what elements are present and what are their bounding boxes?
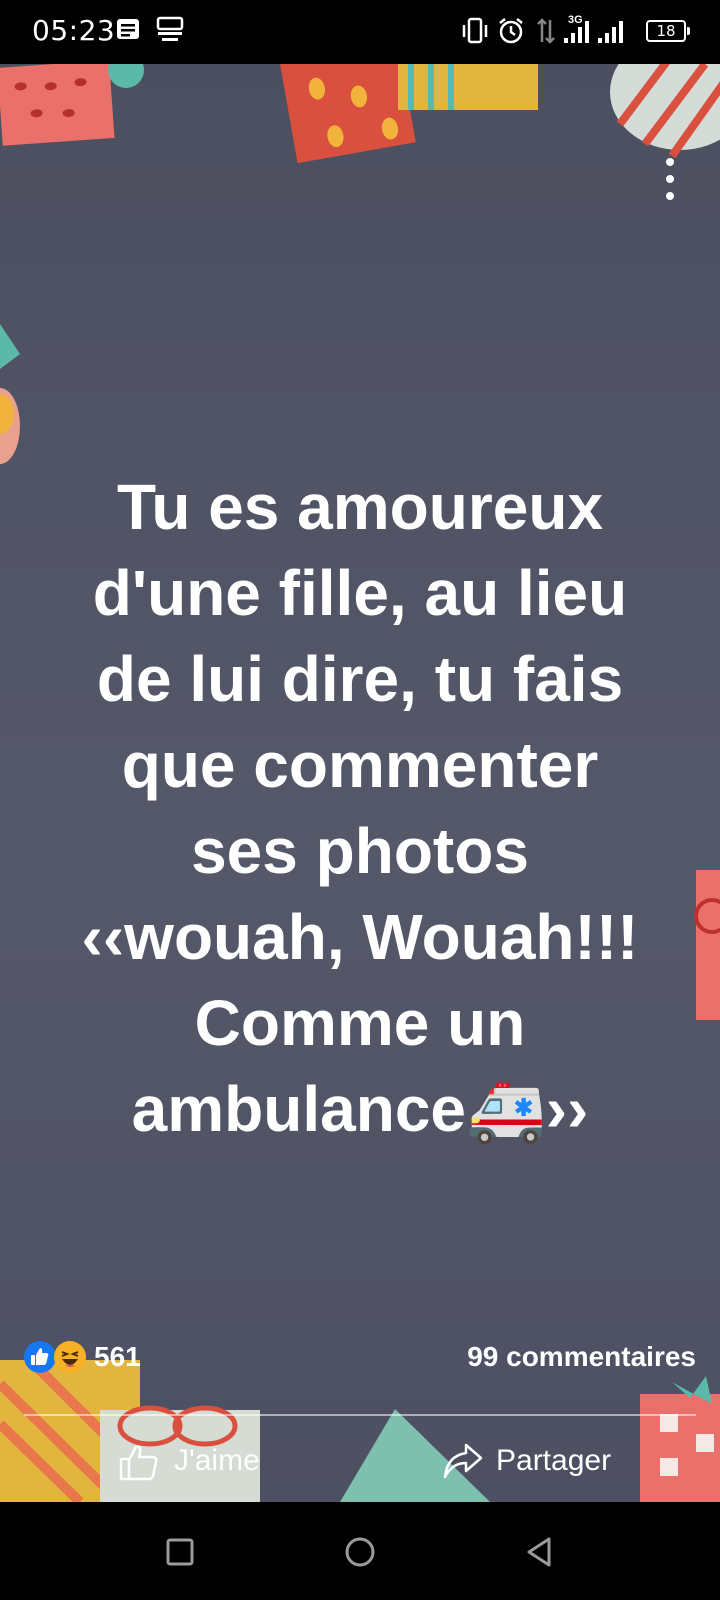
haha-icon: [54, 1341, 86, 1373]
divider: [24, 1414, 696, 1416]
message-icon: [117, 19, 139, 39]
battery-icon: 18: [646, 20, 690, 42]
like-label: J'aime: [174, 1444, 260, 1477]
post-background: Tu es amoureux d'une fille, au lieu de l…: [0, 64, 720, 1502]
alarm-icon: [499, 18, 523, 44]
signal-icon: [598, 21, 623, 43]
comments-count-link[interactable]: 99 commentaires: [467, 1341, 696, 1373]
notification-icon: [156, 16, 184, 41]
navigation-bar: [0, 1502, 720, 1600]
share-button[interactable]: Partager: [442, 1436, 611, 1486]
like-button[interactable]: J'aime: [118, 1436, 260, 1486]
status-time: 05:23: [32, 14, 116, 47]
like-icon: [24, 1341, 56, 1373]
reaction-count: 561: [94, 1341, 141, 1372]
thumbs-up-icon: [119, 1445, 158, 1481]
share-label: Partager: [496, 1444, 612, 1477]
more-options-icon[interactable]: [660, 154, 680, 204]
post-text: Tu es amoureux d'une fille, au lieu de l…: [81, 471, 639, 1145]
home-icon[interactable]: [338, 1530, 382, 1574]
reactions-summary[interactable]: 561: [24, 1340, 141, 1374]
back-icon[interactable]: [518, 1530, 562, 1574]
vibrate-icon: [462, 17, 488, 44]
recents-icon[interactable]: [158, 1530, 202, 1574]
share-arrow-icon: [443, 1443, 483, 1479]
battery-level: 18: [656, 22, 676, 40]
status-bar: 05:23 3G 18: [0, 0, 720, 64]
data-transfer-icon: [537, 18, 555, 44]
signal-icon: [564, 21, 589, 43]
